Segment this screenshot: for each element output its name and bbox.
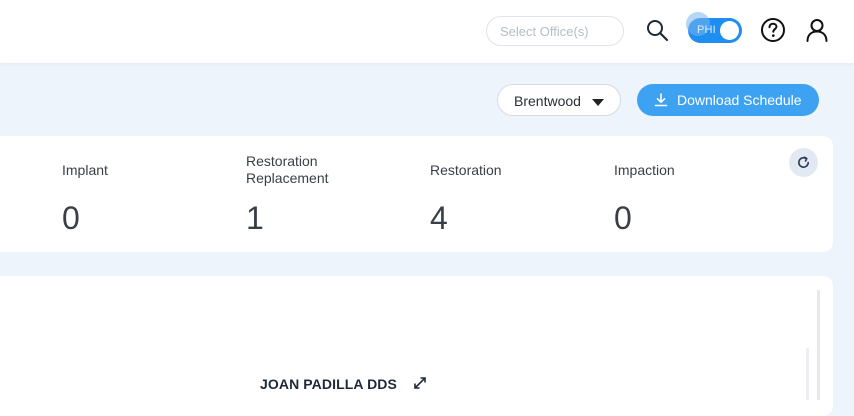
stat-label: Restoration <box>430 162 502 178</box>
stat-value: 4 <box>430 200 448 236</box>
phi-toggle[interactable]: PHI <box>686 12 742 43</box>
office-dropdown[interactable]: Brentwood <box>497 84 621 116</box>
stat-value: 1 <box>246 200 264 236</box>
office-select[interactable] <box>486 16 624 46</box>
office-dropdown-value: Brentwood <box>514 93 581 109</box>
inner-scrollbar[interactable] <box>806 348 809 400</box>
refresh-button[interactable] <box>789 148 818 177</box>
stat-value: 0 <box>614 200 632 236</box>
download-schedule-button[interactable]: Download Schedule <box>637 84 819 116</box>
office-select-input[interactable] <box>498 23 622 40</box>
stat-label-line-1: Restoration <box>246 153 318 169</box>
refresh-icon <box>798 156 809 168</box>
top-bar: PHI <box>0 0 854 63</box>
help-icon[interactable] <box>760 17 786 43</box>
procedure-stats-card: Implant 0 Restoration Replacement 1 Rest… <box>0 136 833 252</box>
provider-name: JOAN PADILLA DDS <box>260 376 397 392</box>
phi-toggle-knob <box>720 21 739 40</box>
phi-toggle-label: PHI <box>697 24 716 36</box>
caret-down-icon <box>592 95 604 106</box>
stat-label: Implant <box>62 162 108 178</box>
expand-icon[interactable] <box>411 374 429 392</box>
stat-value: 0 <box>62 200 80 236</box>
download-icon <box>654 93 668 107</box>
search-icon[interactable] <box>645 18 669 42</box>
scrollbar[interactable] <box>817 290 820 400</box>
stat-label: Impaction <box>614 162 675 178</box>
stat-label-line-2: Replacement <box>246 170 329 186</box>
schedule-card <box>0 276 833 416</box>
download-schedule-label: Download Schedule <box>677 92 802 108</box>
user-icon[interactable] <box>804 17 830 43</box>
